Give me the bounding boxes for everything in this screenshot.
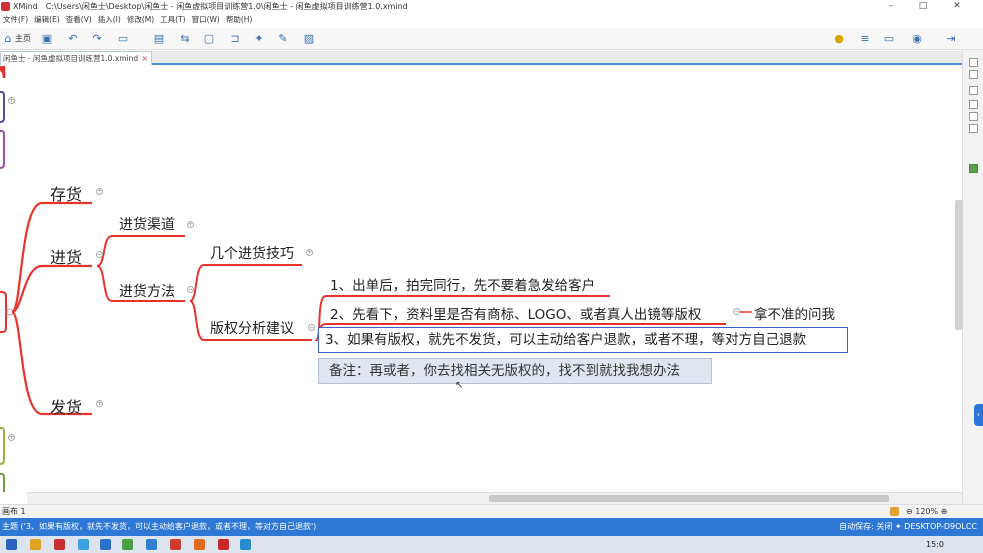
- expand-toggle-icon[interactable]: +: [96, 188, 103, 195]
- home-button-label[interactable]: 主页: [14, 32, 32, 46]
- save-icon[interactable]: ▣: [40, 32, 54, 46]
- topic-jinhuo-fangfa[interactable]: 进货方法: [119, 281, 175, 301]
- zoom-value: 120%: [915, 507, 939, 516]
- mouse-cursor-icon: ↖: [455, 380, 464, 391]
- topic-item-3-selected[interactable]: 3、如果有版权，就先不发货，可以主动给客户退款，或者不理，等对方自己退款: [318, 327, 848, 353]
- boundary-icon[interactable]: ▢: [202, 32, 216, 46]
- minimize-button[interactable]: –: [878, 0, 904, 12]
- side-panel-toggle-icon[interactable]: ‹: [974, 404, 983, 426]
- topic-banquan-jianyi[interactable]: 版权分析建议: [210, 318, 294, 338]
- menu-tools[interactable]: 工具(T): [157, 14, 188, 25]
- right-panel-strip: [962, 50, 983, 510]
- horizontal-scrollbar[interactable]: [27, 492, 962, 504]
- clock: 15:0: [926, 540, 944, 549]
- properties-view-icon[interactable]: [969, 100, 978, 109]
- start-icon[interactable]: [6, 539, 17, 550]
- app-name: XMind: [13, 1, 38, 11]
- panel-restore-icon[interactable]: [969, 70, 978, 79]
- share-icon[interactable]: ◉: [908, 32, 926, 46]
- horizontal-scrollbar-thumb[interactable]: [489, 495, 889, 502]
- menu-window[interactable]: 窗口(W): [189, 14, 223, 25]
- topic-item-1[interactable]: 1、出单后，拍完同行，先不要着急发给客户: [330, 274, 595, 294]
- outline-view-icon[interactable]: [969, 86, 978, 95]
- notes-view-icon[interactable]: [969, 112, 978, 121]
- menu-modify[interactable]: 修改(M): [124, 14, 157, 25]
- zoom-level[interactable]: ⊖ 120% ⊕: [906, 505, 947, 519]
- collapse-toggle-icon[interactable]: −: [187, 286, 194, 293]
- wps-icon[interactable]: [170, 539, 181, 550]
- close-window-button[interactable]: ✕: [944, 0, 970, 12]
- panel-maximize-icon[interactable]: [969, 58, 978, 67]
- app-icon[interactable]: [100, 539, 111, 550]
- home-icon[interactable]: ⌂: [2, 32, 14, 46]
- xmind-taskbar-icon[interactable]: [218, 539, 229, 550]
- collapse-toggle-icon[interactable]: −: [733, 308, 740, 315]
- mindmap-canvas[interactable]: 存货 + 进货 − 发货 + 进货渠道 + 进货方法 − 几个进货技巧 + 版权…: [0, 66, 962, 492]
- vertical-scrollbar-thumb[interactable]: [955, 200, 963, 330]
- sheet-bar: 画布 1 ⊖ 120% ⊕: [0, 504, 983, 518]
- app-icon[interactable]: [240, 539, 251, 550]
- image-icon[interactable]: ▨: [302, 32, 316, 46]
- app-icon[interactable]: [54, 539, 65, 550]
- label-icon[interactable]: ✎: [276, 32, 290, 46]
- os-taskbar: 15:0: [0, 536, 983, 553]
- maximize-button[interactable]: □: [910, 0, 936, 12]
- collapse-toggle-icon[interactable]: −: [308, 324, 315, 331]
- app-icon[interactable]: [194, 539, 205, 550]
- xmind-logo-icon: [1, 1, 10, 11]
- topic-cunhuo[interactable]: 存货: [50, 181, 82, 205]
- task-view-icon[interactable]: [969, 164, 978, 173]
- tab-label: 闲鱼士 - 闲鱼虚拟项目训练营1.0.xmind: [3, 54, 139, 63]
- app-icon[interactable]: [122, 539, 133, 550]
- editor-tab-bar: 闲鱼士 - 闲鱼虚拟项目训练营1.0.xmind ×: [0, 51, 983, 65]
- title-bar: XMind C:\Users\闲鱼士\Desktop\闲鱼士 - 闲鱼虚拟项目训…: [0, 0, 983, 12]
- expand-toggle-icon[interactable]: +: [306, 249, 313, 256]
- menu-view[interactable]: 查看(V): [63, 14, 95, 25]
- marker-icon[interactable]: ✦: [252, 32, 266, 46]
- explorer-icon[interactable]: [30, 539, 41, 550]
- topic-jige-jiqiao[interactable]: 几个进货技巧: [210, 243, 294, 263]
- redo-icon[interactable]: ↷: [90, 32, 104, 46]
- summary-icon[interactable]: ⊐: [228, 32, 242, 46]
- menu-bar: 文件(F) 编辑(E) 查看(V) 插入(I) 修改(M) 工具(T) 窗口(W…: [0, 12, 255, 26]
- status-message: 主题 ('3、如果有版权，就先不发货，可以主动给客户退款，或者不理，等对方自己退…: [2, 522, 317, 531]
- lightbulb-icon[interactable]: ●: [832, 32, 846, 46]
- topic-item-2-side[interactable]: 拿不准的问我: [754, 303, 835, 323]
- filter-icon[interactable]: [890, 507, 899, 516]
- topic-item-2[interactable]: 2、先看下，资料里是否有商标、LOGO、或者真人出镜等版权: [330, 303, 701, 323]
- topic-jinhuo-qudao[interactable]: 进货渠道: [119, 214, 175, 234]
- expand-toggle-icon[interactable]: +: [187, 221, 194, 228]
- expand-toggle-icon[interactable]: +: [8, 434, 15, 441]
- expand-toggle-icon[interactable]: +: [8, 97, 15, 104]
- menu-help[interactable]: 帮助(H): [223, 14, 256, 25]
- topic-fahuo[interactable]: 发货: [50, 394, 82, 418]
- sheet-tab[interactable]: 画布 1: [2, 505, 26, 519]
- toolbar: ⌂ 主页 ▣ ↶ ↷ ▭ ▤ ⇆ ▢ ⊐ ✦ ✎ ▨ ● ≡ ▭ ◉ ⇥: [0, 28, 983, 50]
- format-icon[interactable]: ≡: [858, 32, 872, 46]
- presentation-icon[interactable]: ▭: [882, 32, 896, 46]
- topic-jinhuo[interactable]: 进货: [50, 244, 82, 268]
- window-title: C:\Users\闲鱼士\Desktop\闲鱼士 - 闲鱼虚拟项目训练营1.0\…: [45, 1, 408, 11]
- tab-document[interactable]: 闲鱼士 - 闲鱼虚拟项目训练营1.0.xmind ×: [0, 51, 152, 65]
- xmind-window: XMind C:\Users\闲鱼士\Desktop\闲鱼士 - 闲鱼虚拟项目训…: [0, 0, 983, 553]
- topic-note[interactable]: 备注：再或者，你去找相关无版权的，找不到就找我想办法: [318, 358, 712, 384]
- relationship-icon[interactable]: ⇆: [178, 32, 192, 46]
- menu-insert[interactable]: 插入(I): [95, 14, 124, 25]
- callout-icon[interactable]: ▤: [152, 32, 166, 46]
- menu-file[interactable]: 文件(F): [0, 14, 31, 25]
- status-info: 自动保存: 关闭 ✦ DESKTOP-D9OLCC: [839, 522, 977, 531]
- undo-icon[interactable]: ↶: [66, 32, 80, 46]
- topic-icon[interactable]: ▭: [116, 32, 130, 46]
- menu-edit[interactable]: 编辑(E): [31, 14, 63, 25]
- app-icon[interactable]: [146, 539, 157, 550]
- expand-toggle-icon[interactable]: +: [96, 400, 103, 407]
- export-icon[interactable]: ⇥: [942, 32, 960, 46]
- status-bar: 主题 ('3、如果有版权，就先不发货，可以主动给客户退款，或者不理，等对方自己退…: [0, 518, 983, 536]
- tab-close-icon[interactable]: ×: [141, 52, 148, 65]
- markers-view-icon[interactable]: [969, 124, 978, 133]
- browser-icon[interactable]: [78, 539, 89, 550]
- collapse-toggle-icon[interactable]: −: [96, 251, 103, 258]
